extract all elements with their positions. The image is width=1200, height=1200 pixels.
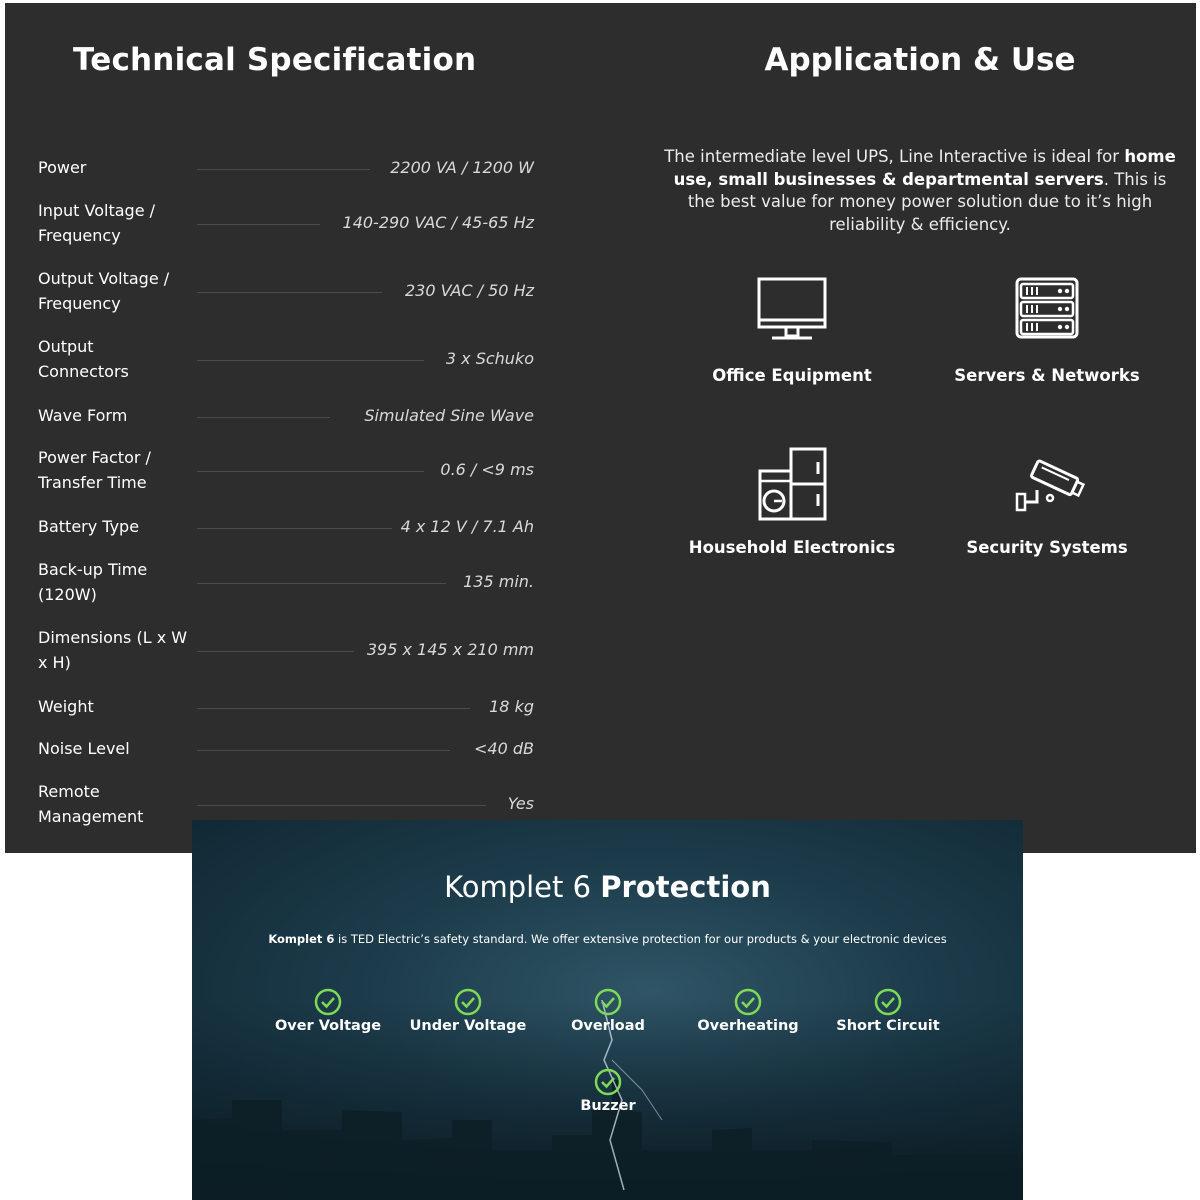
protection-label: Over Voltage: [274, 1018, 382, 1034]
application-title: Application & Use: [764, 42, 1076, 78]
spec-leader-line: [197, 527, 392, 529]
use-office-equipment: Office Equipment: [662, 274, 922, 385]
use-security-systems: Security Systems: [917, 446, 1177, 557]
spec-label: Back-up Time (120W): [38, 560, 148, 604]
protection-title: Komplet 6 Protection: [192, 870, 1023, 904]
protection-title-light: Komplet 6: [444, 870, 601, 904]
spec-value: 135 min.: [463, 572, 534, 591]
desc-part-1: The intermediate level UPS, Line Interac…: [664, 147, 1125, 166]
protection-desc-bold: Komplet 6: [268, 932, 335, 946]
spec-leader-line: [197, 168, 370, 170]
spec-value: 140-290 VAC / 45-65 Hz: [342, 213, 534, 232]
spec-value: 3 x Schuko: [445, 349, 534, 368]
spec-label: Output Connectors: [38, 337, 129, 381]
protection-label: Short Circuit: [836, 1018, 940, 1034]
protection-item-buzzer: Buzzer: [538, 1068, 678, 1114]
spec-label: Remote Management: [38, 782, 144, 826]
spec-row: Battery Type 4 x 12 V / 7.1 Ah: [0, 514, 540, 539]
protection-description: Komplet 6 is TED Electric’s safety stand…: [192, 932, 1023, 946]
spec-value: Simulated Sine Wave: [364, 405, 534, 425]
spec-row: Power Factor / Transfer Time 0.6 / <9 ms: [0, 445, 540, 495]
spec-value: Yes: [507, 794, 534, 813]
spec-leader-line: [197, 360, 424, 361]
check-circle-icon: [314, 988, 342, 1016]
protection-item-overload: Overload: [538, 988, 678, 1034]
spec-row: Power 2200 VA / 1200 W: [0, 155, 540, 180]
check-circle-icon: [594, 1068, 622, 1096]
spec-row: Input Voltage / Frequency 140-290 VAC / 4…: [0, 198, 540, 248]
spec-value: <40 dB: [474, 738, 534, 758]
spec-label: Power: [38, 158, 87, 177]
server-rack-icon: [1015, 277, 1079, 339]
spec-label: Noise Level: [38, 739, 130, 758]
use-label: Security Systems: [966, 538, 1128, 557]
use-label: Household Electronics: [688, 538, 896, 557]
spec-label: Power Factor / Transfer Time: [38, 448, 151, 492]
spec-label: Wave Form: [38, 406, 128, 425]
use-label: Office Equipment: [712, 366, 872, 385]
protection-section: Komplet 6 Protection Komplet 6 is TED El…: [192, 820, 1023, 1200]
spec-leader-line: [197, 471, 424, 472]
spec-value: 395 x 145 x 210 mm: [366, 640, 534, 659]
spec-row: Output Connectors 3 x Schuko: [0, 334, 540, 384]
check-circle-icon: [874, 988, 902, 1016]
security-camera-icon: [1015, 459, 1086, 512]
protection-item-short-circuit: Short Circuit: [818, 988, 958, 1034]
spec-value: 4 x 12 V / 7.1 Ah: [400, 516, 534, 536]
spec-value: 18 kg: [489, 696, 534, 716]
protection-item-overheating: Overheating: [678, 988, 818, 1034]
spec-title: Technical Specification: [73, 42, 477, 78]
use-household-electronics: Household Electronics: [662, 446, 922, 557]
protection-label: Overheating: [697, 1018, 799, 1034]
spec-row: Weight 18 kg: [0, 694, 540, 719]
check-circle-icon: [454, 988, 482, 1016]
protection-label: Overload: [571, 1018, 645, 1034]
protection-desc-rest: is TED Electric’s safety standard. We of…: [334, 932, 947, 946]
spec-row: Back-up Time (120W) 135 min.: [0, 557, 540, 607]
spec-label: Weight: [38, 697, 94, 716]
spec-value: 0.6 / <9 ms: [440, 460, 534, 479]
check-circle-icon: [594, 988, 622, 1016]
spec-row: Dimensions (L x W x H) 395 x 145 x 210 mm: [0, 625, 540, 675]
protection-item-over-voltage: Over Voltage: [258, 988, 398, 1034]
application-description: The intermediate level UPS, Line Interac…: [660, 146, 1180, 236]
spec-label: Dimensions (L x W x H): [38, 628, 188, 672]
spec-leader-line: [197, 651, 354, 652]
spec-leader-line: [197, 224, 320, 225]
spec-row: Output Voltage / Frequency 230 VAC / 50 H…: [0, 266, 540, 316]
spec-value: 230 VAC / 50 Hz: [404, 281, 534, 300]
spec-row: Noise Level <40 dB: [0, 736, 540, 761]
spec-leader-line: [197, 707, 470, 709]
top-panel: [5, 3, 1196, 853]
spec-value: 2200 VA / 1200 W: [390, 157, 534, 177]
use-label: Servers & Networks: [954, 366, 1140, 385]
spec-label: Output Voltage / Frequency: [38, 269, 170, 313]
spec-row: Wave Form Simulated Sine Wave: [0, 403, 540, 428]
monitor-icon: [757, 277, 827, 340]
protection-label: Buzzer: [580, 1098, 636, 1114]
spec-label: Input Voltage / Frequency: [38, 201, 156, 245]
protection-item-under-voltage: Under Voltage: [398, 988, 538, 1034]
protection-label: Under Voltage: [409, 1018, 527, 1034]
spec-label: Battery Type: [38, 517, 140, 536]
check-circle-icon: [734, 988, 762, 1016]
spec-leader-line: [197, 583, 446, 584]
spec-leader-line: [197, 805, 486, 806]
spec-leader-line: [197, 749, 450, 751]
appliances-icon: [758, 447, 827, 521]
spec-leader-line: [197, 292, 382, 293]
spec-leader-line: [197, 416, 330, 418]
use-servers-networks: Servers & Networks: [917, 274, 1177, 385]
protection-title-bold: Protection: [600, 870, 771, 904]
